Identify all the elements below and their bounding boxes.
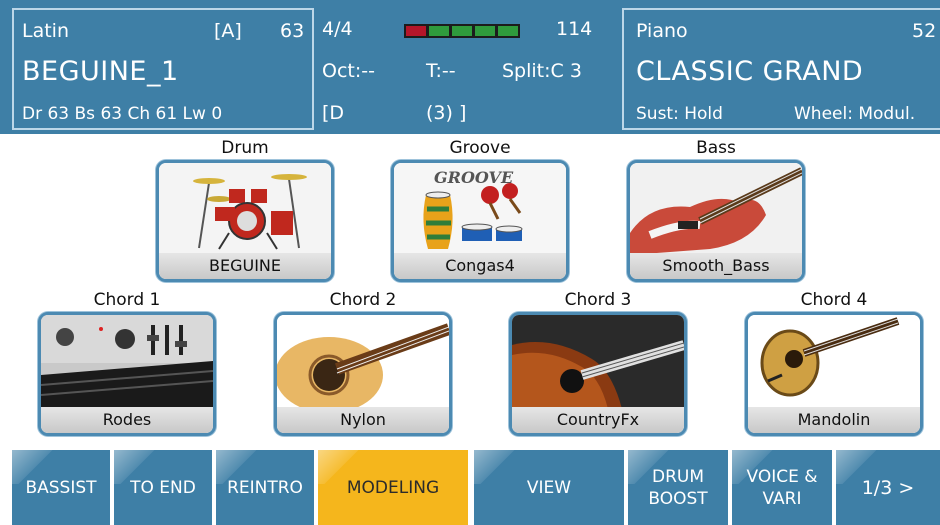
tempo-beat-light	[498, 26, 518, 36]
tempo-indicator	[404, 24, 520, 38]
chord2-tile[interactable]: Nylon	[274, 312, 452, 436]
bass-guitar-icon	[630, 163, 802, 255]
drum-tile[interactable]: BEGUINE	[156, 160, 334, 282]
style-category: Latin	[22, 20, 69, 42]
function-button-bar: BASSIST TO END REINTRO MODELING VIEW DRU…	[0, 448, 940, 525]
chord2-name: Nylon	[277, 407, 449, 433]
tempo-beat-light	[475, 26, 495, 36]
page-next-button[interactable]: 1/3 >	[836, 450, 940, 525]
drum-kit-icon	[159, 163, 331, 255]
meter: 4/4	[322, 18, 353, 40]
mandolin-icon	[748, 315, 920, 409]
voice-panel[interactable]: Piano 52 CLASSIC GRAND Sust: Hold Wheel:…	[622, 8, 940, 130]
acoustic-guitar-icon	[512, 315, 684, 409]
octave: Oct:--	[322, 60, 375, 82]
groove-art-text: GROOVE	[434, 168, 514, 187]
tempo-beat-light	[406, 26, 426, 36]
chord1-tile[interactable]: Rodes	[38, 312, 216, 436]
wheel-setting: Wheel: Modul.	[794, 104, 916, 124]
style-variation: [A]	[214, 20, 242, 42]
style-panel[interactable]: Latin [A] 63 BEGUINE_1 Dr 63 Bs 63 Ch 61…	[12, 8, 314, 130]
voice-category: Piano	[636, 20, 688, 42]
chord4-tile[interactable]: Mandolin	[745, 312, 923, 436]
voice-vari-label-line1: VOICE &	[746, 466, 818, 487]
style-volume: 63	[280, 20, 305, 42]
chord1-label: Chord 1	[93, 290, 161, 310]
style-name: BEGUINE_1	[22, 56, 179, 87]
page-indicator: 1/3 >	[861, 476, 915, 499]
bassist-button-label: BASSIST	[25, 477, 97, 498]
groove-name: Congas4	[394, 253, 566, 279]
voice-vari-button[interactable]: VOICE & VARI	[732, 450, 832, 525]
status-header: Latin [A] 63 BEGUINE_1 Dr 63 Bs 63 Ch 61…	[0, 0, 940, 134]
drum-label: Drum	[221, 138, 269, 158]
chord3-label: Chord 3	[564, 290, 632, 310]
tempo-value: 114	[556, 18, 593, 40]
bass-label: Bass	[696, 138, 736, 158]
sustain-setting: Sust: Hold	[636, 104, 723, 124]
reintro-button[interactable]: REINTRO	[216, 450, 314, 525]
modeling-button[interactable]: MODELING	[318, 450, 468, 525]
view-button-label: VIEW	[526, 477, 572, 498]
style-mix: Dr 63 Bs 63 Ch 61 Lw 0	[22, 104, 223, 124]
drum-boost-label-line2: BOOST	[648, 488, 708, 509]
transpose: T:--	[426, 60, 456, 82]
nylon-guitar-icon	[277, 315, 449, 413]
to-end-button[interactable]: TO END	[114, 450, 212, 525]
bassist-button[interactable]: BASSIST	[12, 450, 110, 525]
tempo-panel: 4/4 114 Oct:-- T:-- Split:C 3 [D (3) ]	[316, 8, 618, 130]
groove-tile[interactable]: GROOVE Congas4	[391, 160, 569, 282]
chord4-name: Mandolin	[748, 407, 920, 433]
chord3-name: CountryFx	[512, 407, 684, 433]
reintro-button-label: REINTRO	[227, 477, 303, 498]
voice-vari-label-line2: VARI	[762, 488, 802, 509]
chord-extension: (3) ]	[426, 102, 467, 124]
electric-piano-icon	[41, 315, 213, 409]
bass-name: Smooth_Bass	[630, 253, 802, 279]
groove-label: Groove	[449, 138, 511, 158]
chord3-tile[interactable]: CountryFx	[509, 312, 687, 436]
to-end-button-label: TO END	[130, 477, 196, 498]
split-point: Split:C 3	[502, 60, 582, 82]
voice-volume: 52	[912, 20, 937, 42]
bass-tile[interactable]: Smooth_Bass	[627, 160, 805, 282]
drum-name: BEGUINE	[159, 253, 331, 279]
drum-boost-button[interactable]: DRUM BOOST	[628, 450, 728, 525]
chord2-label: Chord 2	[329, 290, 397, 310]
congas-icon: GROOVE	[394, 163, 566, 255]
modeling-button-label: MODELING	[346, 477, 440, 498]
drum-boost-label-line1: DRUM	[651, 466, 704, 487]
tempo-beat-light	[452, 26, 472, 36]
view-button[interactable]: VIEW	[474, 450, 624, 525]
chord4-label: Chord 4	[800, 290, 868, 310]
voice-name: CLASSIC GRAND	[636, 56, 864, 87]
chord1-name: Rodes	[41, 407, 213, 433]
chord-display: [D	[322, 102, 345, 124]
tempo-beat-light	[429, 26, 449, 36]
